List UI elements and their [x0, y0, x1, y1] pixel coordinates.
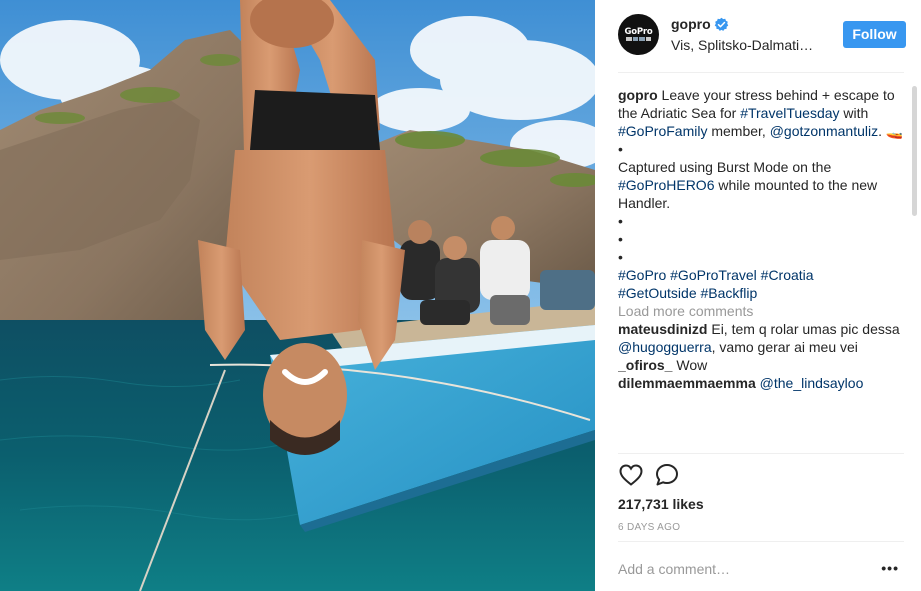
comment-input[interactable]: [618, 558, 868, 580]
post-photo[interactable]: [0, 0, 595, 591]
comment-username[interactable]: _ofiros_: [618, 357, 672, 373]
post-timestamp[interactable]: 6 DAYS AGO: [618, 522, 680, 533]
load-more-comments-link[interactable]: Load more comments: [618, 302, 908, 320]
username-link[interactable]: gopro: [671, 16, 711, 32]
comment-username[interactable]: mateusdinizd: [618, 321, 707, 337]
photo-illustration: [0, 0, 595, 591]
hashtag-goprotravel[interactable]: #GoProTravel: [670, 267, 757, 283]
hashtag-traveltuesday[interactable]: #TravelTuesday: [740, 105, 839, 121]
post-header: GoPro gopro Vis, Splitsko-Dalmati… Follo…: [595, 0, 921, 72]
comments-section: gopro Leave your stress behind + escape …: [618, 86, 908, 452]
avatar-logo-bar: [626, 37, 651, 41]
comments-scrollbar[interactable]: [912, 86, 917, 216]
header-divider: [618, 72, 904, 73]
mention-the-lindsayloo[interactable]: @the_lindsayloo: [760, 375, 864, 391]
caption: gopro Leave your stress behind + escape …: [618, 86, 908, 302]
post-sidebar: GoPro gopro Vis, Splitsko-Dalmati… Follo…: [595, 0, 921, 591]
comments-divider: [618, 453, 904, 454]
comment-icon[interactable]: [654, 462, 680, 488]
caption-text-2: with: [839, 105, 869, 121]
hashtag-gopro[interactable]: #GoPro: [618, 267, 666, 283]
mention-gotzonmantuliz[interactable]: @gotzonmantuliz: [770, 123, 878, 139]
comment-username[interactable]: dilemmaemmaemma: [618, 375, 756, 391]
hashtag-croatia[interactable]: #Croatia: [761, 267, 814, 283]
comment-item: _ofiros_ Wow: [618, 356, 908, 374]
more-options-icon[interactable]: •••: [881, 560, 899, 576]
caption-text-4: . 🚤: [878, 123, 904, 139]
caption-bullet: •: [618, 213, 623, 229]
avatar[interactable]: GoPro: [618, 14, 659, 55]
add-comment-form: •••: [618, 558, 904, 580]
hashtag-backflip[interactable]: #Backflip: [701, 285, 758, 301]
follow-button[interactable]: Follow: [843, 21, 906, 48]
comment-text: Ei, tem q rolar umas pic dessa: [707, 321, 900, 337]
instagram-post: GoPro gopro Vis, Splitsko-Dalmati… Follo…: [0, 0, 921, 591]
hashtag-goprofamily[interactable]: #GoProFamily: [618, 123, 707, 139]
comment-item: dilemmaemmaemma @the_lindsayloo: [618, 374, 908, 392]
caption-bullet: •: [618, 249, 623, 265]
caption-bullet: •: [618, 141, 623, 157]
comment-text: Wow: [672, 357, 708, 373]
mention-hugogguerra[interactable]: @hugogguerra: [618, 339, 712, 355]
comment-item: mateusdinizd Ei, tem q rolar umas pic de…: [618, 320, 908, 356]
caption-text-5: Captured using Burst Mode on the: [618, 159, 832, 175]
location-link[interactable]: Vis, Splitsko-Dalmati…: [671, 37, 813, 53]
comment-text: , vamo gerar ai meu vei: [711, 339, 858, 355]
hashtag-goprohero6[interactable]: #GoProHERO6: [618, 177, 714, 193]
caption-username[interactable]: gopro: [618, 87, 658, 103]
caption-bullet: •: [618, 231, 623, 247]
hashtag-getoutside[interactable]: #GetOutside: [618, 285, 697, 301]
avatar-logo-text: GoPro: [624, 26, 653, 37]
caption-text-3: member,: [707, 123, 770, 139]
likes-count[interactable]: 217,731 likes: [618, 496, 704, 512]
heart-icon[interactable]: [618, 462, 644, 488]
footer-divider: [618, 541, 904, 542]
verified-badge-icon: [714, 17, 729, 31]
